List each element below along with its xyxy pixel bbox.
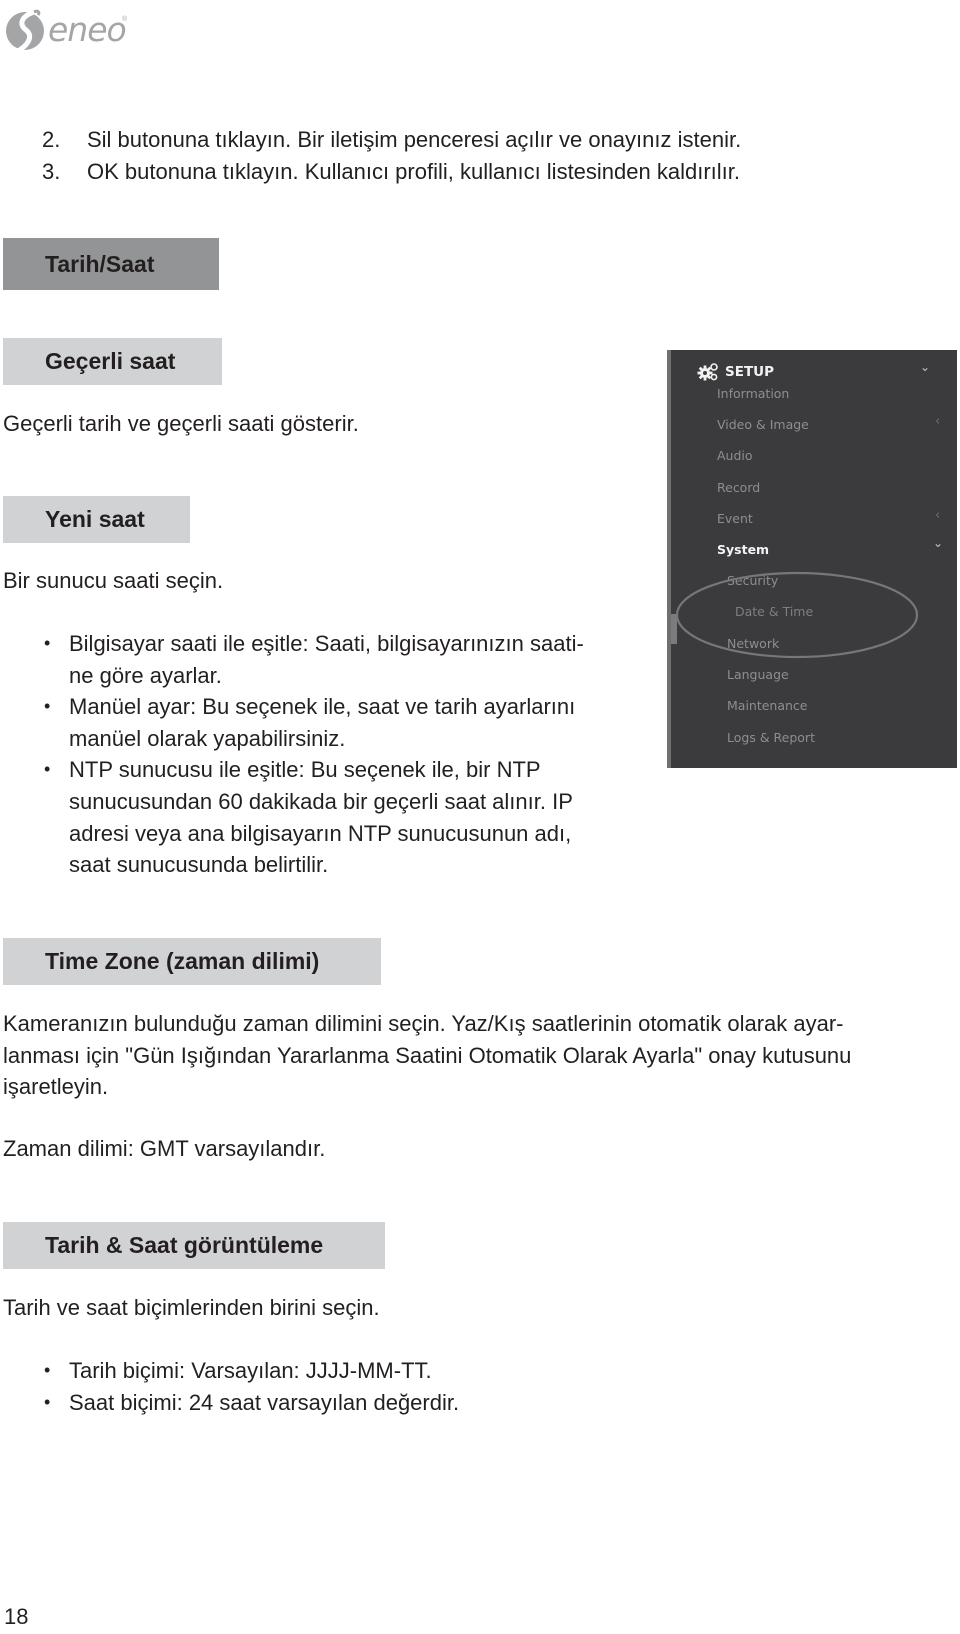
menu-item-system[interactable]: System — [717, 542, 769, 557]
eneo-logo: eneo ® — [4, 6, 134, 58]
setup-menu-header[interactable]: SETUP — [697, 360, 774, 384]
subsection-heading-current-time: Geçerli saat — [3, 338, 222, 385]
paragraph-line: işaretleyin. — [3, 1074, 109, 1100]
list-item-line: NTP sunucusu ile eşitle: Bu seçenek ile,… — [69, 757, 541, 783]
list-item-line: Tarih biçimi: Varsayılan: JJJJ-MM-TT. — [69, 1358, 432, 1383]
current-time-description: Geçerli tarih ve geçerli saati gösterir. — [3, 411, 359, 436]
paragraph-line: lanması için "Gün Işığından Yararlanma S… — [3, 1042, 852, 1068]
subsection-heading-time-zone: Time Zone (zaman dilimi) — [3, 938, 381, 985]
chevron-left-icon[interactable]: ‹ — [935, 508, 940, 523]
bullet-icon: • — [44, 759, 51, 780]
list-item: • Bilgisayar saati ile eşitle: Saati, bi… — [0, 628, 584, 691]
menu-item-video-image[interactable]: Video & Image — [717, 417, 809, 432]
bullet-icon: • — [44, 633, 51, 653]
subsection-heading-new-time: Yeni saat — [3, 496, 190, 543]
menu-item-event[interactable]: Event — [717, 511, 753, 526]
chevron-down-icon[interactable]: ⌄ — [933, 536, 943, 550]
step-item: 2. Sil butonuna tıklayın. Bir iletişim p… — [0, 124, 900, 156]
section-heading-date-time: Tarih/Saat — [3, 238, 219, 290]
list-item-line: Bilgisayar saati ile eşitle: Saati, bilg… — [69, 631, 584, 656]
highlight-ellipse — [675, 571, 919, 659]
list-item: • Tarih biçimi: Varsayılan: JJJJ-MM-TT. — [0, 1355, 459, 1387]
time-zone-description: Kameranızın bulunduğu zaman dilimini seç… — [3, 1008, 953, 1103]
subsection-heading-text: Yeni saat — [45, 506, 145, 532]
page-number: 18 — [4, 1604, 29, 1629]
bullet-icon: • — [44, 1360, 51, 1380]
gears-icon — [697, 363, 718, 381]
menu-item-audio[interactable]: Audio — [717, 448, 753, 463]
list-item: • NTP sunucusu ile eşitle: Bu seçenek il… — [0, 754, 584, 880]
list-item-line: Saat biçimi: 24 saat varsayılan değerdir… — [69, 1389, 460, 1415]
time-zone-default: Zaman dilimi: GMT varsayılandır. — [3, 1136, 326, 1161]
new-time-description: Bir sunucu saati seçin. — [3, 568, 224, 593]
setup-menu-panel: SETUP ⌄ Information Video & Image ‹ Audi… — [667, 350, 957, 768]
list-item-line: Manüel ayar: Bu seçenek ile, saat ve tar… — [69, 694, 576, 720]
bullet-icon: • — [44, 696, 51, 717]
menu-item-record[interactable]: Record — [717, 480, 760, 495]
steps-list: 2. Sil butonuna tıklayın. Bir iletişim p… — [0, 124, 900, 188]
step-number: 3. — [42, 159, 61, 184]
bullet-icon: • — [44, 1391, 51, 1412]
logo-wordmark: eneo — [48, 10, 127, 49]
new-time-options-list: • Bilgisayar saati ile eşitle: Saati, bi… — [0, 628, 584, 881]
eneo-logo-mark-icon — [6, 9, 44, 55]
menu-item-information[interactable]: Information — [717, 386, 789, 401]
date-time-display-description: Tarih ve saat biçimlerinden birini seçin… — [3, 1295, 380, 1320]
setup-menu-title: SETUP — [725, 364, 775, 380]
step-number: 2. — [42, 127, 61, 152]
submenu-item-maintenance[interactable]: Maintenance — [727, 698, 808, 713]
subsection-heading-text: Time Zone (zaman dilimi) — [45, 948, 320, 974]
list-item-line: manüel olarak yapabilirsiniz. — [69, 725, 346, 751]
chevron-down-icon[interactable]: ⌄ — [920, 360, 930, 374]
list-item-line: adresi veya ana bilgisayarın NTP sunucus… — [69, 820, 572, 846]
date-time-format-list: • Tarih biçimi: Varsayılan: JJJJ-MM-TT. … — [0, 1355, 459, 1418]
subsection-heading-date-time-display: Tarih & Saat görüntüleme — [3, 1222, 385, 1269]
subsection-heading-text: Tarih & Saat görüntüleme — [45, 1232, 324, 1258]
list-item-line: sunucusundan 60 dakikada bir geçerli saa… — [69, 788, 573, 814]
submenu-item-logs-report[interactable]: Logs & Report — [727, 730, 815, 745]
section-heading-text: Tarih/Saat — [45, 250, 155, 277]
step-text: Sil butonuna tıklayın. Bir iletişim penc… — [87, 127, 742, 152]
registered-mark: ® — [122, 16, 128, 23]
list-item: • Manüel ayar: Bu seçenek ile, saat ve t… — [0, 691, 584, 754]
paragraph-line: Kameranızın bulunduğu zaman dilimini seç… — [3, 1011, 844, 1036]
list-item-line: saat sunucusunda belirtilir. — [69, 852, 329, 878]
subsection-heading-text: Geçerli saat — [45, 348, 176, 374]
list-item: • Saat biçimi: 24 saat varsayılan değerd… — [0, 1387, 459, 1419]
chevron-left-icon[interactable]: ‹ — [935, 414, 940, 429]
list-item-line: ne göre ayarlar. — [69, 662, 222, 688]
submenu-item-language[interactable]: Language — [727, 667, 789, 682]
step-item: 3. OK butonuna tıklayın. Kullanıcı profi… — [0, 156, 900, 188]
step-text: OK butonuna tıklayın. Kullanıcı profili,… — [87, 159, 740, 184]
